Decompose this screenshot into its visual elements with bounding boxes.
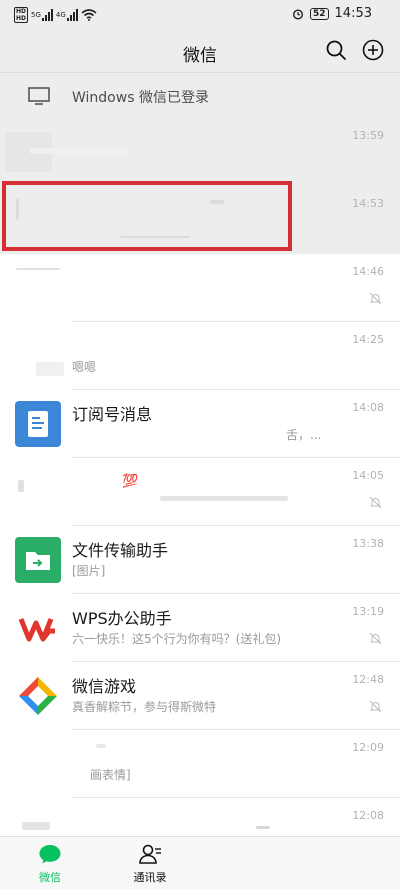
wechat-games-avatar — [15, 673, 61, 719]
chat-title: 微信游戏 — [72, 677, 137, 696]
wps-avatar — [15, 605, 61, 651]
chat-preview: 画表情] — [90, 768, 131, 782]
status-bar: HD HD 5G 4G 52 14:53 — [0, 0, 400, 30]
chat-preview: 舌，... — [286, 428, 322, 442]
chat-item[interactable]: 文件传输助手 [图片] 13:38 — [0, 526, 400, 594]
chat-time: 13:38 — [352, 537, 384, 550]
hd-icon: HD HD — [14, 7, 29, 23]
chat-item[interactable]: 14:46 — [0, 254, 400, 322]
chat-title: WPS办公助手 — [72, 609, 172, 628]
chat-time: 12:48 — [352, 673, 384, 686]
chat-title: 文件传输助手 — [72, 541, 169, 560]
chat-title: 💯 — [122, 474, 139, 489]
wechat-games-icon — [19, 677, 57, 715]
avatar — [22, 822, 50, 830]
chat-time: 14:25 — [352, 333, 384, 346]
chat-item[interactable]: 💯 14:05 — [0, 458, 400, 526]
signal-icon — [41, 9, 53, 21]
blurred-text — [160, 496, 288, 501]
windows-login-banner[interactable]: Windows 微信已登录 — [0, 72, 400, 119]
tab-contacts-label: 通讯录 — [133, 871, 167, 884]
chat-item[interactable]: 12:08 — [0, 798, 400, 836]
chat-preview: 嗯嗯 — [72, 360, 97, 374]
chat-time: 14:05 — [352, 469, 384, 482]
alarm-icon — [292, 8, 304, 20]
signal-icon-2 — [66, 9, 78, 21]
mute-bell-icon — [369, 700, 382, 713]
chat-item[interactable]: 嗯嗯 14:25 — [0, 322, 400, 390]
status-left: HD HD 5G 4G — [14, 7, 97, 23]
chat-title: 订阅号消息 — [72, 405, 153, 424]
mute-bell-icon — [369, 292, 382, 305]
network-type-1: 5G — [31, 11, 41, 19]
avatar — [18, 480, 24, 492]
blurred-text — [256, 826, 270, 829]
windows-login-text: Windows 微信已登录 — [72, 90, 209, 106]
chat-time: 12:09 — [352, 741, 384, 754]
chat-time: 12:08 — [352, 809, 384, 822]
monitor-icon — [28, 87, 50, 105]
chat-item[interactable]: 订阅号消息 舌，... 14:08 — [0, 390, 400, 458]
chat-time: 13:19 — [352, 605, 384, 618]
blurred-text — [30, 148, 130, 154]
avatar — [36, 362, 64, 376]
tab-chats[interactable]: 微信 — [20, 843, 80, 885]
chat-time: 14:46 — [352, 265, 384, 278]
chat-preview: [图片] — [72, 564, 106, 578]
blurred-text — [96, 744, 106, 748]
chat-time: 14:53 — [352, 197, 384, 210]
tab-contacts[interactable]: 通讯录 — [120, 843, 180, 885]
subscription-avatar — [15, 401, 61, 447]
status-right: 52 14:53 — [292, 6, 372, 21]
chat-preview: 六一快乐！这5个行为你有吗？(送礼包) — [72, 632, 281, 646]
chat-bubble-icon — [39, 845, 61, 864]
chat-item[interactable]: 微信游戏 真香解粽节，参与得斯微特 12:48 — [0, 662, 400, 730]
chat-item[interactable]: 13:59 — [0, 118, 400, 186]
clock: 14:53 — [334, 6, 372, 21]
contacts-icon — [139, 844, 161, 864]
chat-item[interactable]: WPS办公助手 六一快乐！这5个行为你有吗？(送礼包) 13:19 — [0, 594, 400, 662]
mute-bell-icon — [369, 632, 382, 645]
chat-preview: 真香解粽节，参与得斯微特 — [72, 700, 217, 714]
mute-bell-icon — [369, 496, 382, 509]
avatar — [16, 268, 60, 270]
network-type-2: 4G — [55, 11, 66, 19]
chat-item[interactable]: 画表情] 12:09 — [0, 730, 400, 798]
search-icon[interactable] — [325, 39, 347, 61]
tab-chats-label: 微信 — [39, 871, 61, 884]
highlight-box — [2, 181, 292, 251]
wps-logo-icon — [18, 618, 55, 642]
folder-icon — [26, 552, 50, 570]
battery-icon: 52 — [310, 7, 329, 20]
chat-time: 13:59 — [352, 129, 384, 142]
tab-bar: 微信 通讯录 — [0, 836, 400, 889]
nav-bar: 微信 — [0, 30, 400, 72]
chat-time: 14:08 — [352, 401, 384, 414]
subscription-icon — [28, 411, 48, 437]
wifi-icon — [81, 9, 97, 21]
file-transfer-avatar — [15, 537, 61, 583]
add-icon[interactable] — [362, 39, 384, 61]
